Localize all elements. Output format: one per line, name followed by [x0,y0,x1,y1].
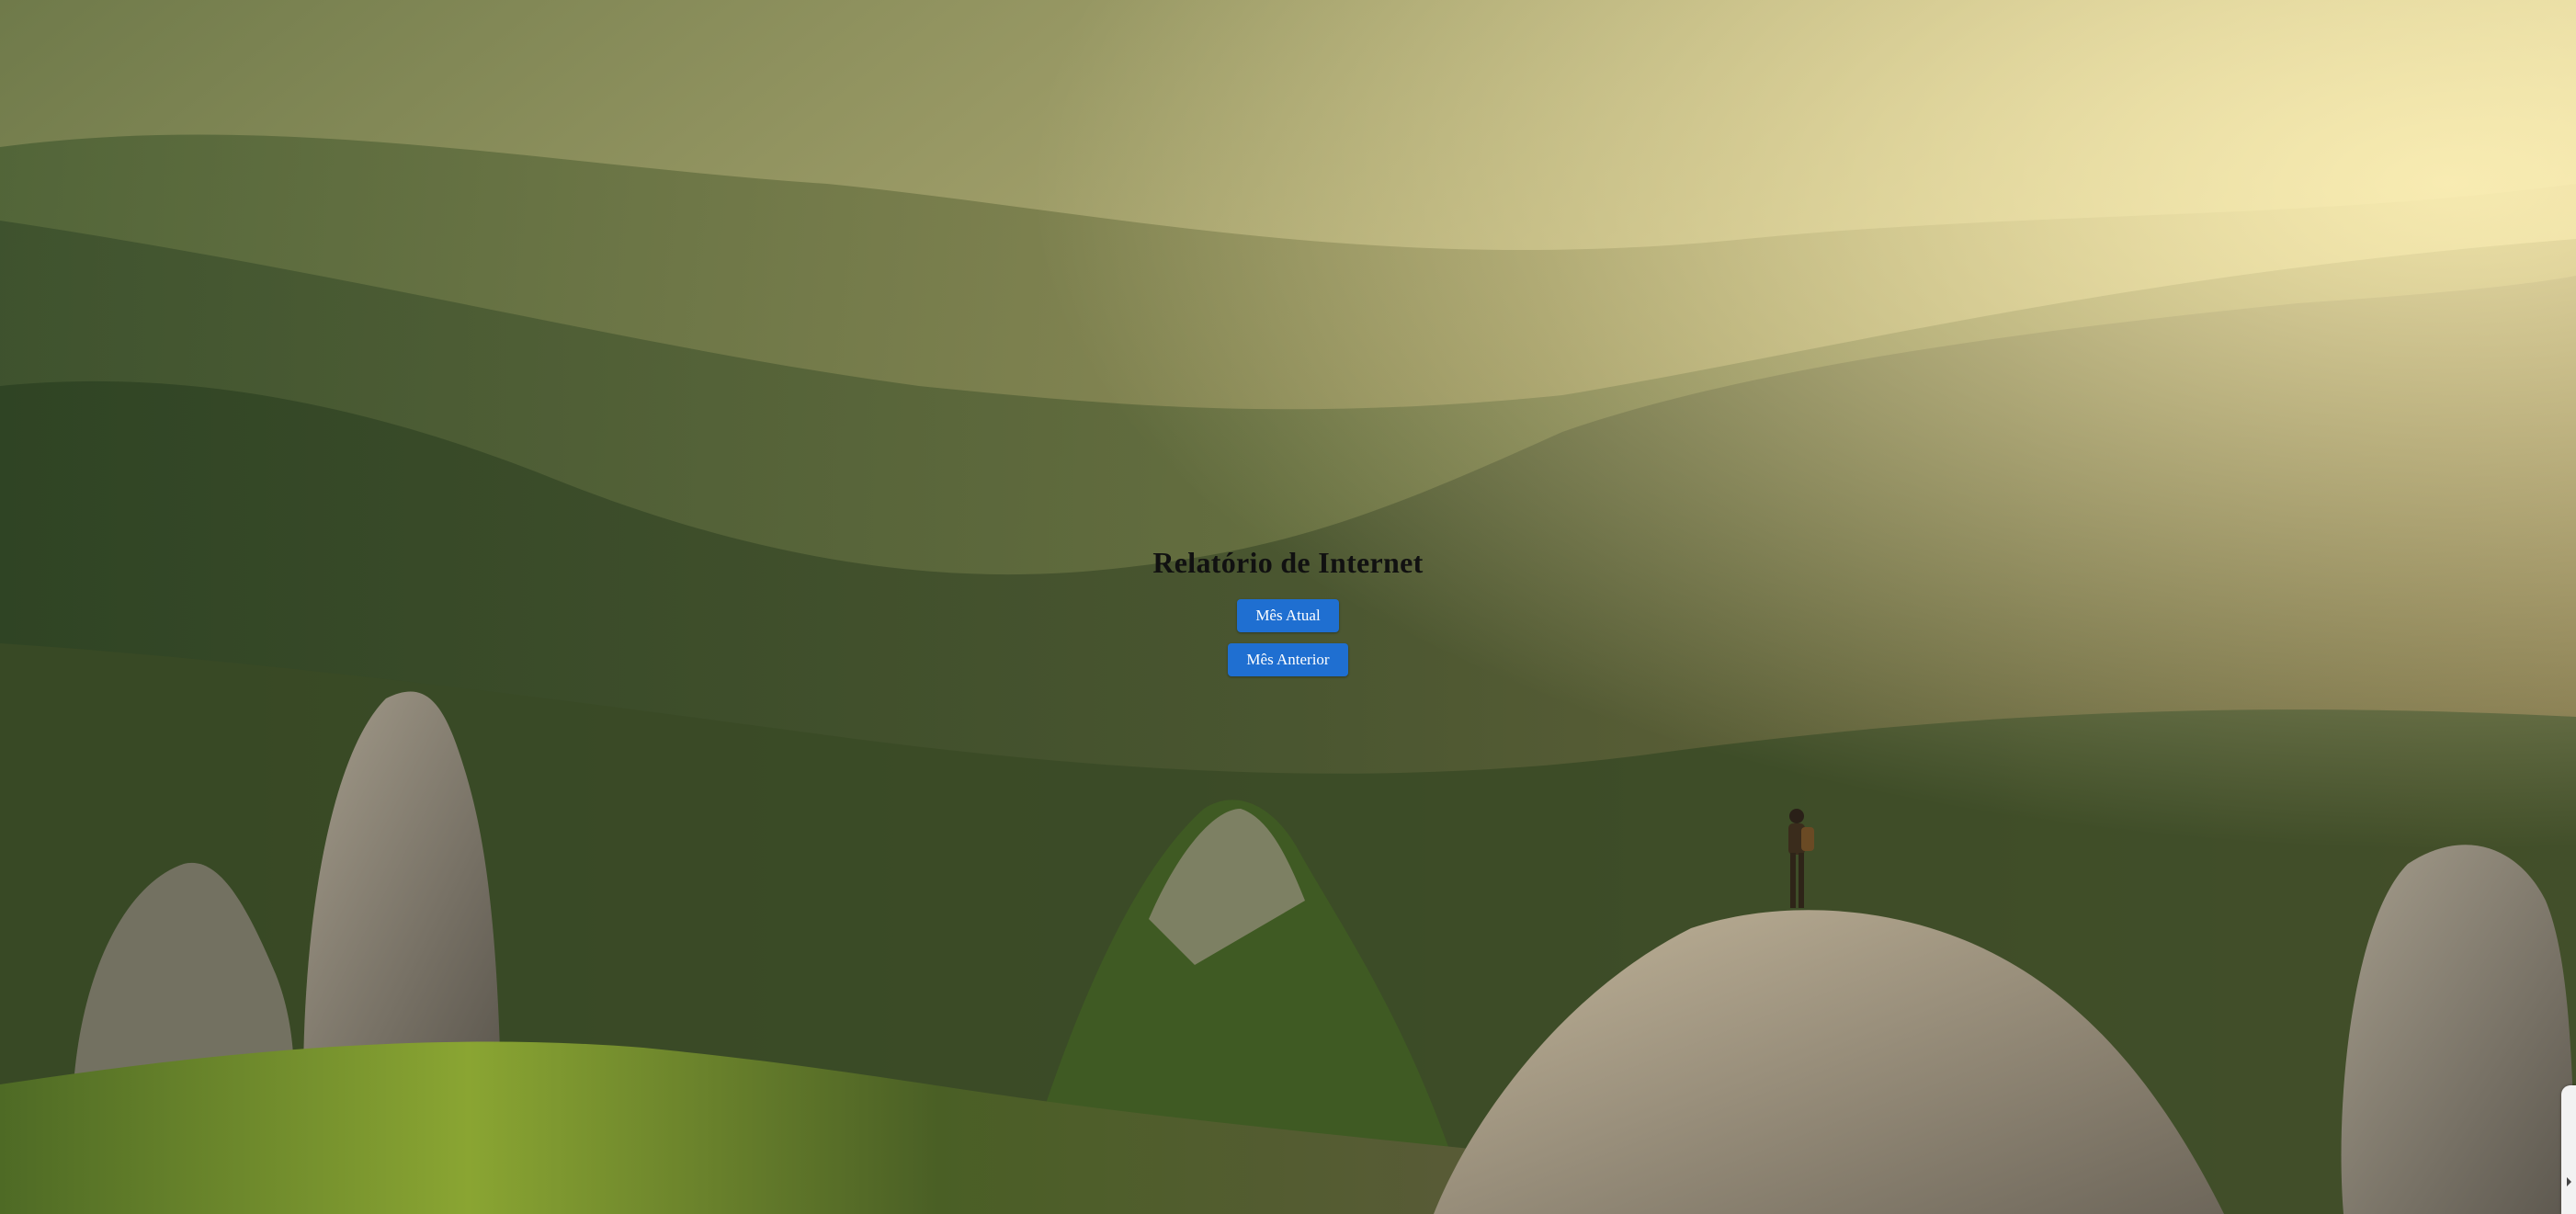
page-title: Relatório de Internet [1152,546,1424,579]
report-panel: Relatório de Internet Mês Atual Mês Ante… [0,544,2576,676]
side-panel-handle[interactable] [2561,1085,2576,1214]
previous-month-button[interactable]: Mês Anterior [1228,643,1348,676]
current-month-button[interactable]: Mês Atual [1237,599,1339,632]
